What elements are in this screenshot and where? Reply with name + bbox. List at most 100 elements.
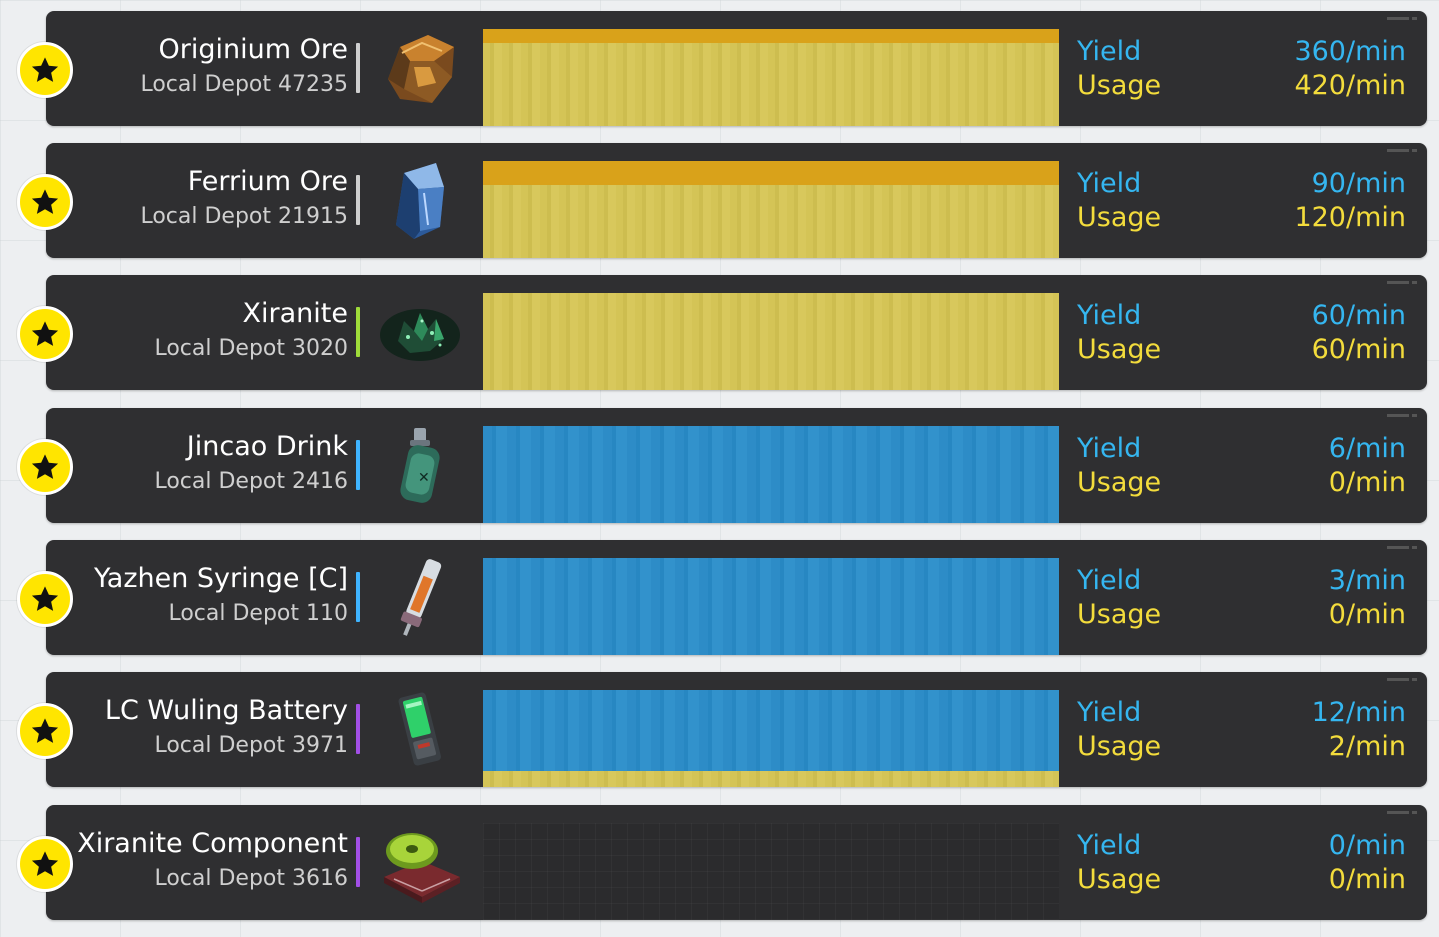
favorite-star-button[interactable] [17, 174, 73, 230]
resource-row[interactable]: Xiranite Local Depot 3020 Yield Usage 60… [17, 275, 1427, 390]
usage-label: Usage [1077, 599, 1162, 630]
usage-bar [483, 43, 1059, 126]
corner-decoration [1387, 149, 1417, 152]
yield-label: Yield [1077, 565, 1142, 596]
yield-value: 12/min [1311, 697, 1406, 728]
yield-label: Yield [1077, 697, 1142, 728]
resource-list: Originium Ore Local Depot 47235 Yield Us… [0, 0, 1439, 937]
rate-values: 3/min 0/min [1329, 564, 1406, 632]
rate-values: 360/min 420/min [1294, 35, 1406, 103]
yield-label: Yield [1077, 36, 1142, 67]
flow-bar-area [483, 690, 1059, 787]
item-depot: Local Depot 21915 [140, 204, 348, 229]
usage-value: 0/min [1328, 599, 1406, 630]
rate-values: 90/min 120/min [1294, 167, 1406, 235]
rate-labels: Yield Usage [1077, 167, 1161, 235]
corner-decoration [1387, 678, 1417, 681]
flow-bar-area [483, 823, 1059, 920]
usage-value: 2/min [1328, 731, 1406, 762]
item-name: Yazhen Syringe [C] [94, 563, 348, 594]
usage-value: 0/min [1328, 467, 1406, 498]
usage-bar [483, 185, 1059, 258]
item-name-block: Jincao Drink Local Depot 2416 [66, 430, 348, 498]
rate-labels: Yield Usage [1077, 696, 1161, 764]
rate-labels: Yield Usage [1077, 432, 1161, 500]
rate-labels: Yield Usage [1077, 35, 1161, 103]
corner-decoration [1387, 414, 1417, 417]
yield-value: 60/min [1311, 300, 1406, 331]
resource-row[interactable]: Jincao Drink Local Depot 2416 ✕ Yield Us… [17, 408, 1427, 523]
item-name: LC Wuling Battery [104, 695, 348, 726]
rate-values: 6/min 0/min [1329, 432, 1406, 500]
favorite-star-button[interactable] [17, 439, 73, 495]
star-icon [31, 57, 59, 82]
rate-values: 60/min 60/min [1312, 299, 1406, 367]
usage-label: Usage [1077, 731, 1162, 762]
flow-bar-area [483, 29, 1059, 126]
corner-decoration [1387, 281, 1417, 284]
rarity-accent-bar [356, 704, 360, 754]
resource-row[interactable]: Originium Ore Local Depot 47235 Yield Us… [17, 11, 1427, 126]
favorite-star-button[interactable] [17, 836, 73, 892]
item-name: Ferrium Ore [187, 166, 348, 197]
usage-value: 0/min [1328, 864, 1406, 895]
usage-bar [483, 771, 1059, 787]
usage-overflow-bar [483, 161, 1059, 185]
item-depot: Local Depot 110 [168, 601, 348, 626]
flow-bar-area [483, 161, 1059, 258]
resource-row[interactable]: Yazhen Syringe [C] Local Depot 110 Yield… [17, 540, 1427, 655]
yield-value: 90/min [1311, 168, 1406, 199]
item-depot: Local Depot 3616 [154, 866, 348, 891]
star-icon [31, 321, 59, 346]
item-name-block: Originium Ore Local Depot 47235 [66, 33, 348, 101]
item-name-block: Ferrium Ore Local Depot 21915 [66, 165, 348, 233]
yield-value: 3/min [1328, 565, 1406, 596]
star-icon [31, 718, 59, 743]
favorite-star-button[interactable] [17, 306, 73, 362]
corner-decoration [1387, 17, 1417, 20]
item-name: Originium Ore [158, 34, 348, 65]
rate-labels: Yield Usage [1077, 829, 1161, 897]
favorite-star-button[interactable] [17, 703, 73, 759]
corner-decoration [1387, 811, 1417, 814]
svg-text:✕: ✕ [418, 470, 430, 486]
usage-value: 120/min [1294, 202, 1406, 233]
item-name: Xiranite [242, 298, 348, 329]
usage-label: Usage [1077, 864, 1162, 895]
item-depot: Local Depot 47235 [140, 72, 348, 97]
favorite-star-button[interactable] [17, 571, 73, 627]
item-depot: Local Depot 2416 [154, 469, 348, 494]
ferrium-ore-icon [374, 159, 466, 243]
usage-label: Usage [1077, 202, 1162, 233]
resource-row[interactable]: Xiranite Component Local Depot 3616 Yiel… [17, 805, 1427, 920]
rate-labels: Yield Usage [1077, 299, 1161, 367]
jincao-drink-icon: ✕ [374, 424, 466, 508]
resource-row[interactable]: LC Wuling Battery Local Depot 3971 Yield… [17, 672, 1427, 787]
rarity-accent-bar [356, 43, 360, 93]
favorite-star-button[interactable] [17, 42, 73, 98]
usage-bar [483, 293, 1059, 390]
yield-label: Yield [1077, 830, 1142, 861]
star-icon [31, 189, 59, 214]
item-depot: Local Depot 3971 [154, 733, 348, 758]
item-name: Jincao Drink [186, 431, 348, 462]
usage-value: 60/min [1311, 334, 1406, 365]
yield-value: 6/min [1328, 433, 1406, 464]
item-name-block: Yazhen Syringe [C] Local Depot 110 [66, 562, 348, 630]
rarity-accent-bar [356, 307, 360, 357]
usage-overflow-bar [483, 29, 1059, 43]
rarity-accent-bar [356, 572, 360, 622]
usage-value: 420/min [1294, 70, 1406, 101]
corner-decoration [1387, 546, 1417, 549]
originium-ore-icon [374, 27, 466, 111]
rate-values: 0/min 0/min [1329, 829, 1406, 897]
rate-labels: Yield Usage [1077, 564, 1161, 632]
resource-row[interactable]: Ferrium Ore Local Depot 21915 Yield Usag… [17, 143, 1427, 258]
yazhen-syringe-icon [374, 556, 466, 640]
yield-bar [483, 426, 1059, 523]
xiranite-component-icon [374, 821, 466, 905]
yield-label: Yield [1077, 168, 1142, 199]
yield-label: Yield [1077, 300, 1142, 331]
usage-label: Usage [1077, 467, 1162, 498]
rarity-accent-bar [356, 440, 360, 490]
